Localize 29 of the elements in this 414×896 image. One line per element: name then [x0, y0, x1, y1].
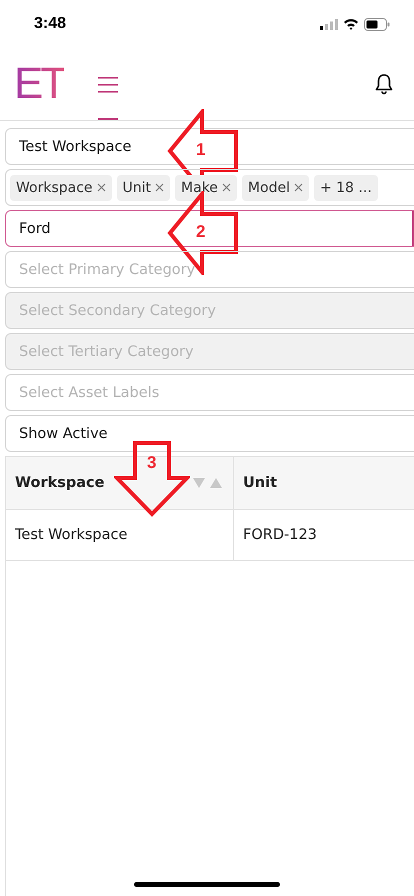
table-cell: Test Workspace [6, 510, 234, 560]
column-chip[interactable]: + 18 ... [314, 174, 378, 200]
signal-icon [320, 18, 338, 30]
column-chip[interactable]: Model [242, 174, 309, 200]
callout-number: 1 [196, 140, 206, 160]
callout-number: 2 [196, 222, 206, 242]
column-chip[interactable]: Make [175, 174, 237, 200]
battery-icon [364, 18, 390, 30]
chip-label: Workspace [16, 180, 93, 196]
status-time: 3:48 [34, 15, 66, 33]
remove-icon[interactable] [96, 183, 106, 192]
remove-icon[interactable] [155, 183, 164, 192]
remove-icon[interactable] [294, 183, 303, 192]
column-title: Workspace [15, 475, 104, 491]
column-chooser[interactable]: Workspace Unit Make Model + 18 ... [5, 169, 414, 206]
column-title: Unit [243, 475, 277, 491]
remove-icon[interactable] [222, 183, 231, 192]
chip-label: + 18 ... [320, 180, 372, 196]
bell-icon[interactable] [374, 73, 394, 95]
chip-label: Model [248, 180, 290, 196]
column-chip[interactable]: Unit [116, 174, 170, 200]
menu-icon [98, 76, 118, 94]
select-field[interactable]: Show Active [5, 415, 414, 452]
column-chip[interactable]: Workspace [10, 174, 112, 200]
chip-label: Make [181, 180, 218, 196]
chip-label: Unit [122, 180, 152, 196]
table-cell-text: FORD-123 [242, 526, 318, 545]
wifi-icon [343, 18, 359, 30]
column-header[interactable]: Unit [234, 457, 414, 509]
